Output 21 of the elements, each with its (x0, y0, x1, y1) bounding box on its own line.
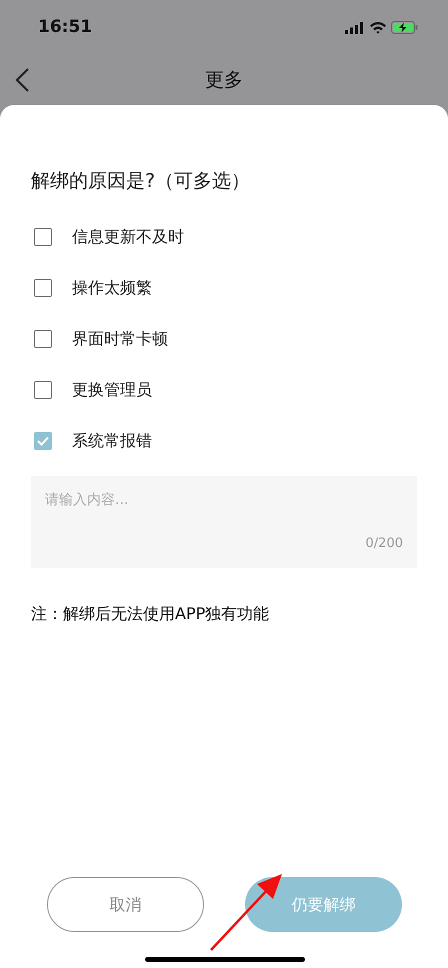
signal-icon (345, 22, 365, 34)
option-label: 系统常报错 (72, 430, 152, 452)
option-label: 操作太频繁 (72, 277, 152, 299)
checkbox[interactable] (34, 381, 52, 399)
option-label: 更换管理员 (72, 379, 152, 401)
cancel-button[interactable]: 取消 (47, 877, 204, 932)
back-icon[interactable] (14, 67, 30, 93)
status-time: 16:51 (38, 16, 92, 39)
checkbox[interactable] (34, 330, 52, 348)
confirm-unbind-button[interactable]: 仍要解绑 (245, 877, 402, 932)
option-label: 界面时常卡顿 (72, 328, 168, 350)
question-text: 解绑的原因是?（可多选） (31, 169, 252, 194)
note-text: 注：解绑后无法使用APP独有功能 (31, 602, 270, 624)
checkbox[interactable] (34, 279, 52, 297)
battery-charging-icon (391, 21, 418, 34)
option-label: 信息更新不及时 (72, 226, 184, 248)
wifi-icon (369, 21, 387, 34)
character-counter: 0/200 (366, 535, 403, 553)
checkbox[interactable] (34, 432, 52, 450)
page-title: 更多 (205, 68, 243, 93)
checkbox[interactable] (34, 228, 52, 246)
